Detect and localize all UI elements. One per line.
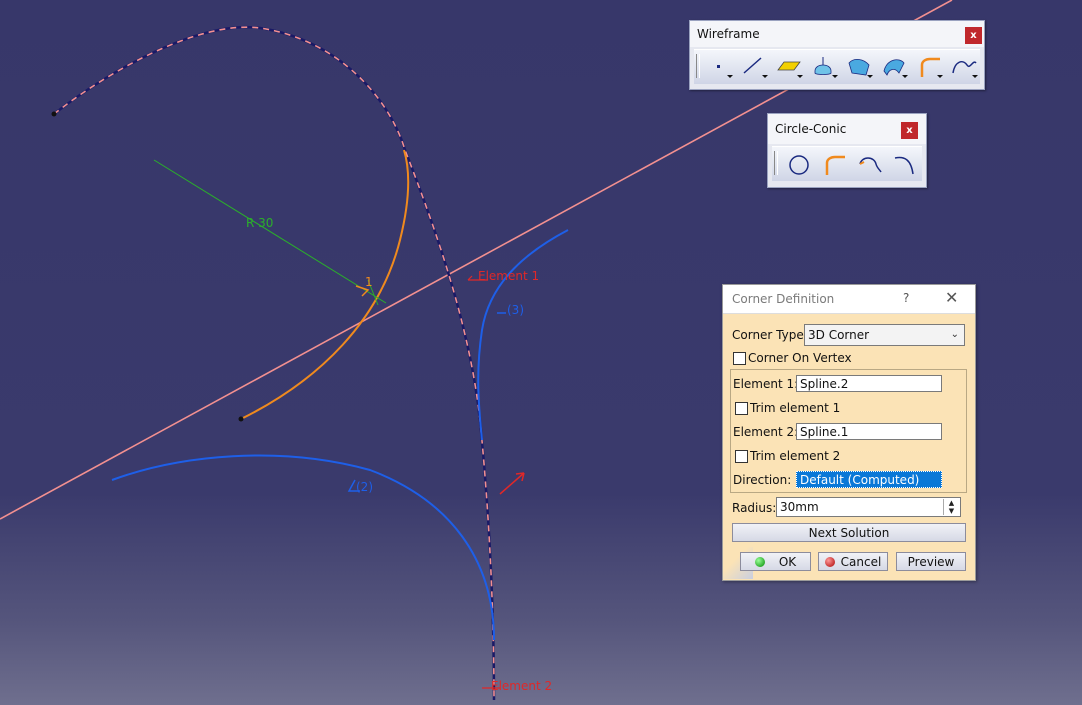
circle-conic-toolbar-title[interactable]: Circle-Conic x [768,114,926,144]
circle-conic-toolbar-row [772,146,922,181]
radius-value: 30mm [780,500,819,514]
element1-field[interactable]: Spline.2 [796,375,942,392]
direction-value: Default (Computed) [800,473,920,487]
conic-icon[interactable] [889,150,919,178]
ok-label: OK [778,555,797,569]
spin-down-icon[interactable]: ▼ [944,507,959,515]
preview-button[interactable]: Preview [896,552,966,571]
radius-label: Radius: [732,501,777,515]
corner-type-select[interactable]: 3D Corner ⌄ [804,324,965,346]
cancel-label: Cancel [840,555,882,569]
element1-label[interactable]: Element 1 [478,269,539,283]
radius-line [153,159,387,304]
element2-label[interactable]: Element 2 [491,679,552,693]
solution-1-marker[interactable]: 1 [365,275,373,289]
corner-on-vertex-label: Corner On Vertex [748,351,852,365]
wireframe-toolbar: Wireframe x [689,20,985,90]
radius-label: R 30 [246,216,273,230]
toolbar-grip[interactable] [696,54,700,78]
corner-type-value: 3D Corner [808,328,870,342]
dialog-title-bar[interactable]: Corner Definition ? ✕ [723,285,975,314]
corner-curve-orange[interactable] [240,149,410,420]
circle-conic-title-text: Circle-Conic [775,122,847,136]
circle-conic-toolbar: Circle-Conic x [767,113,927,188]
solution-3-curve[interactable] [477,229,569,441]
trim-element2-label: Trim element 2 [750,449,841,463]
trim-element2-checkbox[interactable] [735,450,748,463]
corner-type-label: Corner Type: [732,328,808,342]
trim-element1-checkbox[interactable] [735,402,748,415]
element1-label: Element 1: [733,377,799,391]
corner-endpoint[interactable] [238,416,244,422]
close-icon[interactable]: x [901,122,918,139]
sweep-surface-icon[interactable] [879,53,909,81]
solution-2-curve[interactable] [111,454,495,641]
wireframe-title-text: Wireframe [697,27,760,41]
solution-3-marker[interactable]: (3) [507,303,524,317]
close-icon[interactable]: x [965,27,982,44]
spin-up-icon[interactable]: ▲ [944,499,959,507]
plane-icon[interactable] [774,53,804,81]
wireframe-toolbar-title[interactable]: Wireframe x [690,21,984,47]
circle-icon[interactable] [784,150,814,178]
corner-icon[interactable] [819,150,849,178]
cancel-button[interactable]: Cancel [818,552,888,571]
chevron-down-icon: ⌄ [950,329,959,340]
corner-definition-dialog: Corner Definition ? ✕ Corner Type: 3D Co… [722,284,976,581]
spline-2[interactable] [53,25,496,701]
radius-field[interactable]: 30mm ▲ ▼ [776,497,961,517]
spline-icon[interactable] [949,53,979,81]
line-icon[interactable] [739,53,769,81]
close-icon[interactable]: ✕ [945,288,958,307]
element2-field[interactable]: Spline.1 [796,423,942,440]
wireframe-toolbar-row [694,49,980,84]
extrude-surface-icon[interactable] [809,53,839,81]
element2-value: Spline.1 [800,425,849,439]
trim-element1-label: Trim element 1 [750,401,841,415]
element1-value: Spline.2 [800,377,849,391]
fill-surface-icon[interactable] [844,53,874,81]
point-icon[interactable] [704,53,734,81]
ok-button[interactable]: OK [740,552,811,571]
ok-status-icon [754,557,765,567]
cancel-status-icon [824,557,835,567]
connect-curve-icon[interactable] [854,150,884,178]
spline-endpoint[interactable] [51,111,57,117]
help-icon[interactable]: ? [903,291,909,305]
toolbar-grip[interactable] [774,151,778,175]
next-solution-button[interactable]: Next Solution [732,523,966,542]
solution-2-marker[interactable]: (2) [356,480,373,494]
corner-on-vertex-checkbox[interactable] [733,352,746,365]
direction-field[interactable]: Default (Computed) [796,471,942,488]
dialog-title: Corner Definition [732,292,835,306]
direction-label: Direction: [733,473,792,487]
element2-label: Element 2: [733,425,799,439]
direction-arrow-icon[interactable] [499,472,525,495]
spline-2-highlight [53,26,495,701]
corner-icon[interactable] [914,53,944,81]
radius-spinner[interactable]: ▲ ▼ [943,499,959,515]
